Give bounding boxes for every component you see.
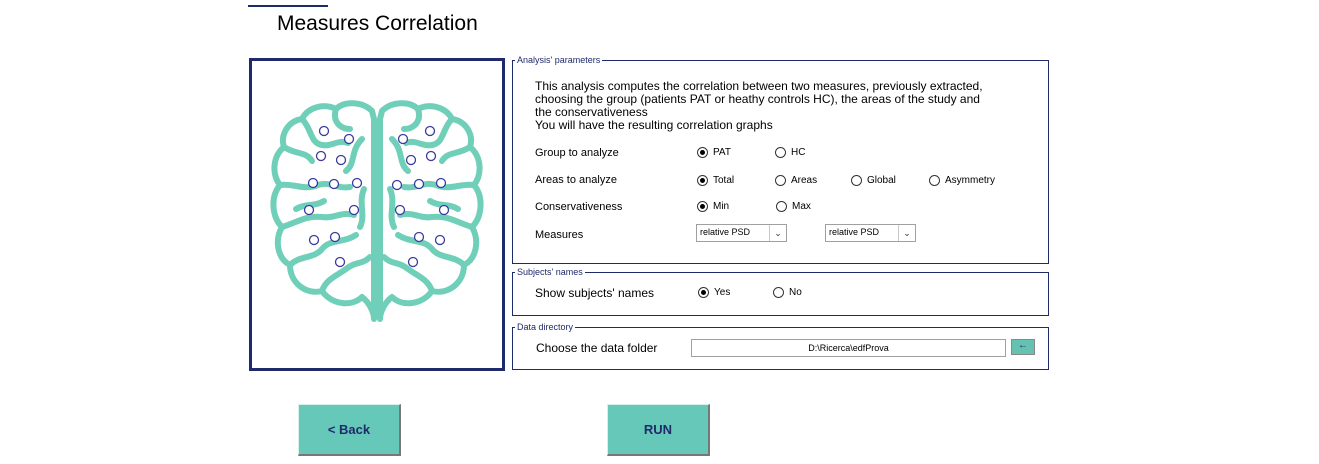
radio-conservativeness-min[interactable]: Min <box>697 201 729 212</box>
radio-label: Asymmetry <box>945 175 995 186</box>
electrode-icon <box>413 178 425 190</box>
radio-checked-icon <box>697 175 708 186</box>
radio-label: Total <box>713 175 735 186</box>
measures-label: Measures <box>535 229 584 241</box>
conservativeness-label: Conservativeness <box>535 201 623 213</box>
radio-areas-asymmetry[interactable]: Asymmetry <box>929 175 995 186</box>
electrode-icon <box>303 204 315 216</box>
electrode-icon <box>424 125 436 137</box>
radio-checked-icon <box>698 287 709 298</box>
radio-unchecked-icon <box>851 175 862 186</box>
electrode-icon <box>334 256 346 268</box>
radio-conservativeness-max[interactable]: Max <box>776 201 811 212</box>
measure2-value: relative PSD <box>829 227 880 237</box>
data-folder-path-field[interactable]: D:\Ricerca\edfProva <box>691 339 1006 357</box>
electrode-icon <box>315 150 327 162</box>
subjects-names-legend: Subjects' names <box>517 267 583 277</box>
radio-label: Min <box>713 201 730 212</box>
electrode-icon <box>328 178 340 190</box>
electrode-icon <box>397 133 409 145</box>
browse-folder-button[interactable]: ← <box>1011 339 1035 355</box>
title-underline <box>248 5 328 7</box>
radio-unchecked-icon <box>776 201 787 212</box>
measure1-select[interactable]: relative PSD ⌄ <box>696 224 787 242</box>
electrode-icon <box>425 150 437 162</box>
radio-group-hc[interactable]: HC <box>775 147 805 158</box>
run-button[interactable]: RUN <box>607 404 710 456</box>
electrode-icon <box>434 234 446 246</box>
radio-label: Areas <box>791 175 818 186</box>
radio-label: Global <box>867 175 896 186</box>
electrode-icon <box>391 179 403 191</box>
radio-subjects-no[interactable]: No <box>773 287 802 298</box>
radio-unchecked-icon <box>929 175 940 186</box>
radio-checked-icon <box>697 201 708 212</box>
electrode-icon <box>343 133 355 145</box>
areas-label: Areas to analyze <box>535 174 617 186</box>
measure1-value: relative PSD <box>700 227 751 237</box>
electrode-icon <box>438 204 450 216</box>
radio-areas-global[interactable]: Global <box>851 175 896 186</box>
electrode-icon <box>348 204 360 216</box>
chevron-down-icon[interactable]: ⌄ <box>769 225 786 241</box>
radio-label: Yes <box>714 287 731 298</box>
data-directory-legend: Data directory <box>517 322 574 332</box>
radio-unchecked-icon <box>773 287 784 298</box>
analysis-description: This analysis computes the correlation b… <box>535 79 983 132</box>
electrode-icon <box>318 125 330 137</box>
radio-areas-areas[interactable]: Areas <box>775 175 817 186</box>
radio-checked-icon <box>697 147 708 158</box>
electrode-icon <box>308 234 320 246</box>
electrode-icon <box>394 204 406 216</box>
radio-label: HC <box>791 147 806 158</box>
radio-label: No <box>789 287 802 298</box>
radio-subjects-yes[interactable]: Yes <box>698 287 730 298</box>
measure2-select[interactable]: relative PSD ⌄ <box>825 224 916 242</box>
brain-illustration <box>270 100 484 322</box>
radio-unchecked-icon <box>775 147 786 158</box>
page-title: Measures Correlation <box>277 12 478 35</box>
group-label: Group to analyze <box>535 147 619 159</box>
electrode-icon <box>351 177 363 189</box>
electrode-icon <box>413 231 425 243</box>
choose-folder-label: Choose the data folder <box>536 341 658 355</box>
radio-group-pat[interactable]: PAT <box>697 147 731 158</box>
electrode-icon <box>329 231 341 243</box>
electrode-icon <box>307 177 319 189</box>
radio-label: Max <box>792 201 811 212</box>
electrode-icon <box>335 154 347 166</box>
electrode-icon <box>405 154 417 166</box>
radio-label: PAT <box>713 147 731 158</box>
analysis-parameters-legend: Analysis' parameters <box>517 55 601 65</box>
radio-unchecked-icon <box>775 175 786 186</box>
chevron-down-icon[interactable]: ⌄ <box>898 225 915 241</box>
electrode-icon <box>435 177 447 189</box>
back-button[interactable]: < Back <box>298 404 401 456</box>
show-subjects-label: Show subjects' names <box>535 286 655 300</box>
electrode-icon <box>407 256 419 268</box>
brain-image-frame <box>249 58 505 371</box>
radio-areas-total[interactable]: Total <box>697 175 734 186</box>
